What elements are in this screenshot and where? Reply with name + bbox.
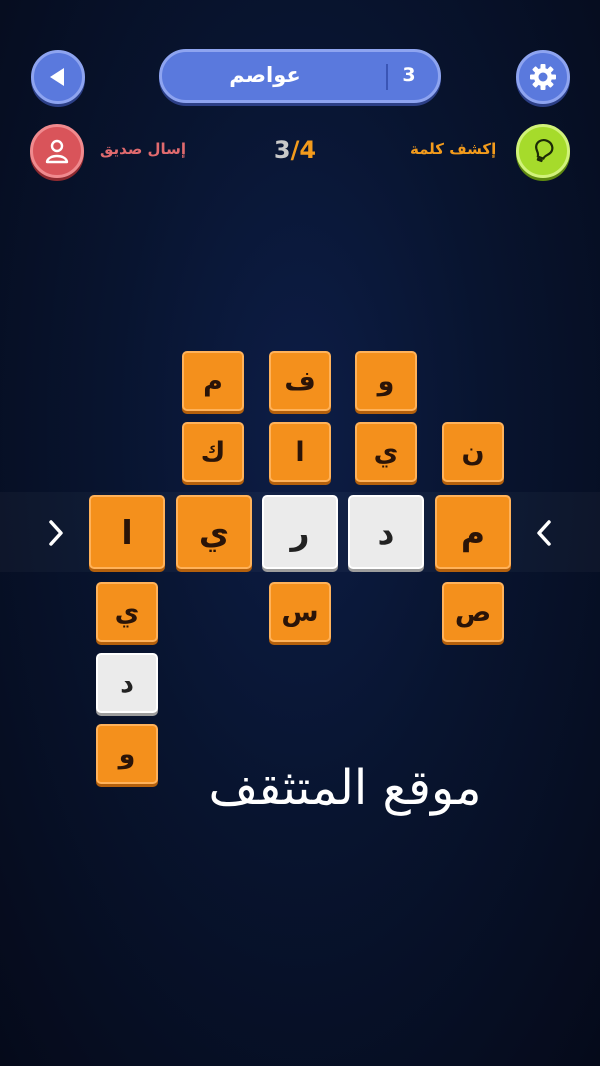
words-progress: 3/4 bbox=[260, 136, 330, 164]
letter-tile[interactable]: د bbox=[96, 653, 158, 713]
level-divider bbox=[386, 64, 388, 90]
letter-tile[interactable]: د bbox=[348, 495, 424, 569]
ask-friend-label[interactable]: إسال صديق bbox=[100, 140, 186, 158]
letter-tile[interactable]: ص bbox=[442, 582, 504, 642]
reveal-word-button[interactable] bbox=[516, 124, 570, 178]
watermark-text: موقع المتثقف bbox=[208, 760, 482, 816]
letter-tile[interactable]: ي bbox=[176, 495, 252, 569]
progress-total: 3 bbox=[273, 136, 291, 164]
settings-button[interactable] bbox=[516, 50, 570, 104]
letter-tile[interactable]: م bbox=[435, 495, 511, 569]
level-header: عواصم 3 bbox=[159, 49, 441, 103]
letter-tile[interactable]: ف bbox=[269, 351, 331, 411]
scroll-left-button[interactable] bbox=[41, 513, 71, 553]
letter-tile[interactable]: ر bbox=[262, 495, 338, 569]
ask-friend-button[interactable] bbox=[30, 124, 84, 178]
letter-tile[interactable]: ا bbox=[269, 422, 331, 482]
letter-tile[interactable]: م bbox=[182, 351, 244, 411]
chevron-right-icon bbox=[537, 520, 551, 546]
reveal-word-label[interactable]: إكشف كلمة bbox=[410, 140, 496, 158]
user-icon bbox=[45, 139, 69, 164]
letter-tile[interactable]: ا bbox=[89, 495, 165, 569]
scroll-right-button[interactable] bbox=[529, 513, 559, 553]
chevron-left-icon bbox=[49, 520, 63, 546]
gear-icon bbox=[530, 64, 556, 90]
letter-tile[interactable]: ن bbox=[442, 422, 504, 482]
letter-tile[interactable]: ي bbox=[96, 582, 158, 642]
letter-tile[interactable]: س bbox=[269, 582, 331, 642]
level-number: 3 bbox=[402, 64, 416, 86]
back-arrow-icon bbox=[50, 68, 64, 86]
letter-tile[interactable]: ك bbox=[182, 422, 244, 482]
level-title: عواصم bbox=[229, 63, 301, 87]
lightbulb-icon bbox=[535, 139, 554, 163]
letter-tile[interactable]: و bbox=[355, 351, 417, 411]
progress-current: 4 bbox=[299, 136, 317, 164]
back-button[interactable] bbox=[31, 50, 85, 104]
letter-tile[interactable]: ي bbox=[355, 422, 417, 482]
letter-tile[interactable]: و bbox=[96, 724, 158, 784]
